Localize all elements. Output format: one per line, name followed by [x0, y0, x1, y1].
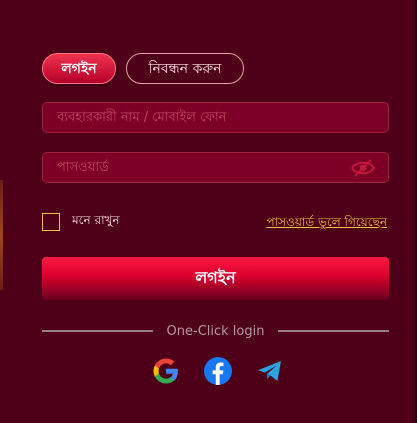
forgot-password-link[interactable]: পাসওয়ার্ড ভুলে গিয়েছেন: [266, 214, 387, 234]
divider-line-left: [42, 330, 153, 332]
oneclick-divider: One-Click login: [42, 322, 390, 340]
google-icon[interactable]: [150, 355, 182, 387]
username-field-wrap: [42, 102, 389, 133]
divider-line-right: [278, 330, 390, 332]
social-login: [150, 355, 286, 387]
telegram-icon[interactable]: [254, 355, 286, 387]
facebook-icon[interactable]: [202, 355, 234, 387]
username-input[interactable]: [43, 103, 388, 132]
remember-me: মনে রাখুন: [42, 212, 120, 232]
password-field-wrap: [42, 152, 389, 183]
login-panel: লগইন নিবন্ধন করুন মনে রাখুন পাসওয়ার্ড ভ…: [0, 0, 416, 423]
login-button[interactable]: লগইন: [42, 257, 389, 300]
side-glow: [0, 180, 3, 290]
password-input[interactable]: [43, 153, 350, 182]
tab-register[interactable]: নিবন্ধন করুন: [126, 53, 244, 84]
remember-label: মনে রাখুন: [72, 213, 120, 227]
remember-checkbox[interactable]: [42, 213, 60, 231]
tab-login[interactable]: লগইন: [42, 53, 116, 84]
eye-off-icon[interactable]: [350, 155, 376, 181]
oneclick-label: One-Click login: [166, 323, 265, 339]
auth-tabs: লগইন নিবন্ধন করুন: [42, 53, 244, 84]
